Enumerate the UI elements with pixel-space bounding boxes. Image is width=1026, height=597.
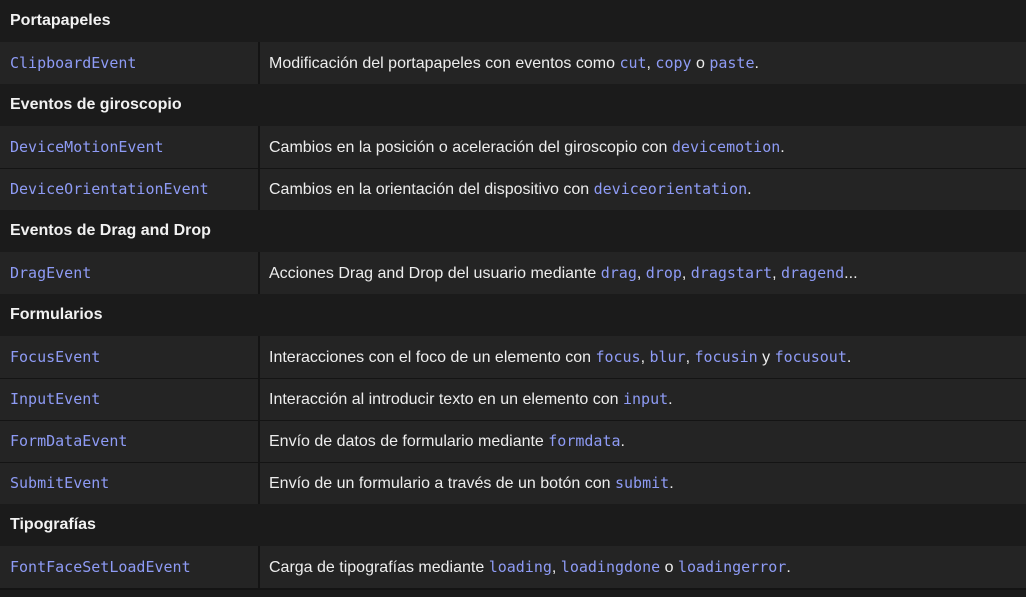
description-text: ,	[551, 558, 561, 576]
table-row: FontFaceSetLoadEvent Carga de tipografías…	[0, 546, 1026, 588]
table-row: DeviceOrientationEvent Cambios en la orie…	[0, 168, 1026, 210]
table-row: DragEvent Acciones Drag and Drop del usua…	[0, 252, 1026, 294]
event-name-code: focus	[595, 347, 641, 366]
section-title: Eventos de giroscopio	[0, 84, 1026, 126]
table-row: FormDataEvent Envío de datos de formulari…	[0, 420, 1026, 462]
section-header-row: Tipografías	[0, 504, 1026, 546]
section-header-row: Eventos de Drag and Drop	[0, 210, 1026, 252]
description-text: ,	[636, 264, 646, 282]
event-interface-name: SubmitEvent	[0, 462, 260, 504]
description-text: .	[846, 348, 852, 366]
event-name-code: drag	[600, 263, 637, 282]
description-text: .	[747, 180, 752, 198]
section-header-row: Formularios	[0, 294, 1026, 336]
event-description: Envío de un formulario a través de un bo…	[259, 462, 1026, 504]
description-text: ,	[772, 264, 781, 282]
event-name-code: dragend	[780, 263, 845, 282]
description-text: .	[754, 54, 759, 72]
event-description: Acciones Drag and Drop del usuario media…	[259, 252, 1026, 294]
event-name-code: loadingerror	[677, 557, 787, 576]
event-interface-name: DeviceMotionEvent	[0, 126, 260, 168]
description-text: .	[620, 432, 625, 450]
event-name-code: drop	[645, 263, 682, 282]
description-text: Acciones Drag and Drop del usuario media…	[269, 264, 601, 282]
description-text: ,	[681, 264, 691, 282]
section-title: Portapapeles	[0, 0, 1026, 42]
event-name-code: dragstart	[690, 263, 773, 282]
event-interface-name: InputEvent	[0, 378, 260, 420]
event-description: Carga de tipografías mediante loading, l…	[259, 546, 1026, 588]
event-name-code: devicemotion	[671, 137, 781, 156]
event-description: Envío de datos de formulario mediante fo…	[259, 420, 1026, 462]
description-text: ...	[844, 264, 858, 282]
events-table: Portapapeles ClipboardEvent Modificación d…	[0, 0, 1026, 588]
description-text: Cambios en la orientación del dispositiv…	[269, 180, 594, 198]
event-name-code: deviceorientation	[593, 179, 748, 198]
event-description: Cambios en la orientación del dispositiv…	[259, 168, 1026, 210]
table-row: FocusEvent Interacciones con el foco de u…	[0, 336, 1026, 378]
description-text: Interacciones con el foco de un elemento…	[269, 348, 596, 366]
table-row: ClipboardEvent Modificación del portapape…	[0, 42, 1026, 84]
table-footer-strip	[0, 590, 1026, 597]
event-description: Interacciones con el foco de un elemento…	[259, 336, 1026, 378]
description-text: .	[786, 558, 791, 576]
event-name-code: cut	[619, 53, 647, 72]
description-text: Envío de un formulario a través de un bo…	[269, 474, 615, 492]
table-row: InputEvent Interacción al introducir text…	[0, 378, 1026, 420]
event-name-code: copy	[655, 53, 692, 72]
description-text: o	[660, 558, 678, 576]
event-name-code: loading	[488, 557, 552, 576]
description-text: Interacción al introducir texto en un el…	[269, 390, 623, 408]
description-text: Modificación del portapapeles con evento…	[269, 54, 620, 72]
description-text: .	[780, 138, 785, 156]
event-name-code: focusin	[694, 347, 758, 366]
event-description: Modificación del portapapeles con evento…	[259, 42, 1026, 84]
events-table-body: Portapapeles ClipboardEvent Modificación d…	[0, 0, 1026, 588]
event-name-code: submit	[615, 473, 670, 492]
table-row: SubmitEvent Envío de un formulario a trav…	[0, 462, 1026, 504]
description-text: .	[668, 390, 673, 408]
event-interface-name: DeviceOrientationEvent	[0, 168, 260, 210]
event-description: Cambios en la posición o aceleración del…	[259, 126, 1026, 168]
event-interface-name: FormDataEvent	[0, 420, 260, 462]
event-description: Interacción al introducir texto en un el…	[259, 378, 1026, 420]
event-interface-name: ClipboardEvent	[0, 42, 260, 84]
event-interface-name: FontFaceSetLoadEvent	[0, 546, 260, 588]
section-header-row: Eventos de giroscopio	[0, 84, 1026, 126]
section-title: Tipografías	[0, 504, 1026, 546]
description-text: o	[691, 54, 710, 72]
description-text: y	[757, 348, 775, 366]
event-name-code: input	[622, 389, 669, 408]
event-interface-name: DragEvent	[0, 252, 260, 294]
section-title: Eventos de Drag and Drop	[0, 210, 1026, 252]
event-name-code: blur	[649, 347, 686, 366]
event-name-code: formdata	[548, 431, 621, 450]
event-interface-name: FocusEvent	[0, 336, 260, 378]
section-title: Formularios	[0, 294, 1026, 336]
description-text: ,	[685, 348, 695, 366]
section-header-row: Portapapeles	[0, 0, 1026, 42]
event-name-code: paste	[709, 53, 755, 72]
table-row: DeviceMotionEvent Cambios en la posición …	[0, 126, 1026, 168]
description-text: Carga de tipografías mediante	[269, 558, 489, 576]
event-name-code: focusout	[774, 347, 847, 366]
description-text: Envío de datos de formulario mediante	[269, 432, 549, 450]
event-name-code: loadingdone	[560, 557, 661, 576]
description-text: Cambios en la posición o aceleración del…	[269, 138, 672, 156]
description-text: .	[669, 474, 674, 492]
